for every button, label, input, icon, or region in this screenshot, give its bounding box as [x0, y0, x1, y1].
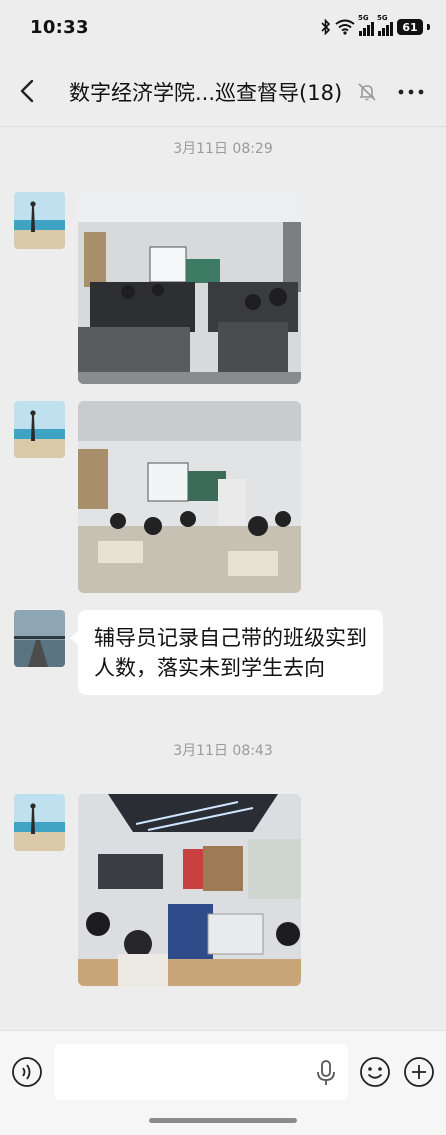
mute-bell-icon — [358, 83, 376, 101]
sender-avatar[interactable] — [14, 401, 65, 458]
status-time: 10:33 — [30, 17, 89, 38]
add-attachment-icon[interactable] — [403, 1056, 435, 1088]
message-text-line: 人数，落实未到学生去向 — [94, 656, 325, 680]
microphone-icon[interactable] — [316, 1059, 336, 1087]
battery-tip — [427, 24, 430, 30]
wifi-icon — [335, 19, 355, 35]
chat-header: 数字经济学院...巡查督导(18) — [0, 56, 446, 127]
message-timestamp: 3月11日 08:29 — [173, 141, 273, 157]
status-icons: 5G 5G 61 — [321, 14, 430, 36]
chat-title: 数字经济学院...巡查督导(18) — [69, 81, 343, 105]
sender-avatar[interactable] — [14, 192, 65, 249]
home-indicator[interactable] — [149, 1118, 297, 1123]
sender-avatar[interactable] — [14, 610, 65, 667]
emoji-icon[interactable] — [359, 1056, 391, 1088]
signal-icon: 5G — [358, 14, 374, 36]
message-input[interactable] — [54, 1044, 348, 1100]
signal-icon: 5G — [377, 14, 393, 36]
message-text-line: 辅导员记录自己带的班级实到 — [94, 626, 367, 650]
sender-avatar[interactable] — [14, 794, 65, 851]
chat-image[interactable] — [78, 794, 301, 986]
chat-image[interactable] — [78, 192, 301, 384]
text-message-bubble[interactable]: 辅导员记录自己带的班级实到 人数，落实未到学生去向 — [78, 610, 383, 695]
battery-icon: 61 — [397, 19, 423, 35]
bluetooth-icon — [321, 19, 331, 35]
status-bar: 10:33 5G 5G 61 — [0, 0, 446, 56]
back-icon[interactable] — [14, 77, 42, 105]
message-timestamp: 3月11日 08:43 — [173, 743, 273, 759]
voice-mode-icon[interactable] — [11, 1056, 43, 1088]
more-options-icon[interactable] — [396, 81, 426, 103]
chat-image[interactable] — [78, 401, 301, 593]
